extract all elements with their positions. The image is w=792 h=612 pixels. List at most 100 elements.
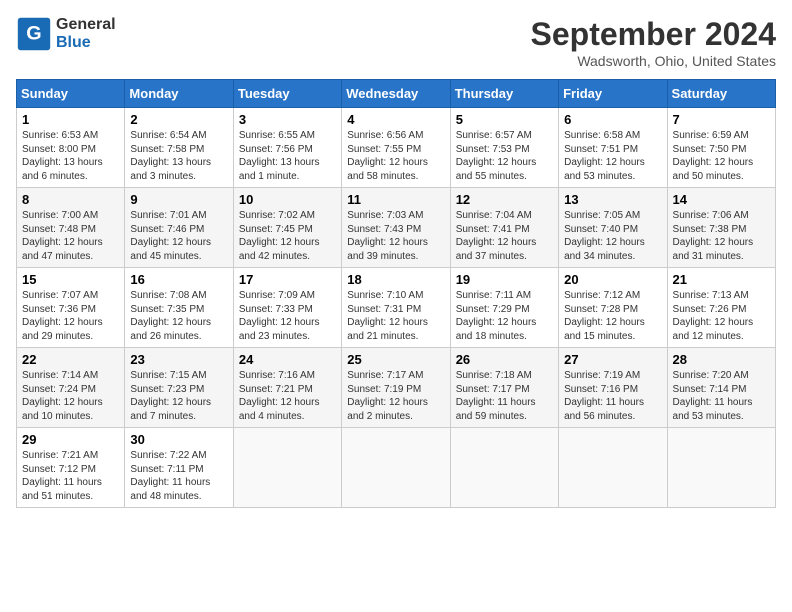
- day-info: Sunrise: 7:22 AM Sunset: 7:11 PM Dayligh…: [130, 449, 227, 503]
- day-number: 7: [673, 112, 770, 127]
- week-row-2: 15 Sunrise: 7:07 AM Sunset: 7:36 PM Dayli…: [17, 268, 776, 348]
- day-number: 29: [22, 432, 119, 447]
- day-number: 18: [347, 272, 444, 287]
- logo-icon: G: [16, 16, 52, 52]
- week-row-0: 1Sunrise: 6:53 AM Sunset: 8:00 PM Daylig…: [17, 108, 776, 188]
- logo-line2: Blue: [56, 34, 116, 52]
- day-cell: 17Sunrise: 7:09 AM Sunset: 7:33 PM Dayli…: [233, 268, 341, 348]
- day-cell: [559, 428, 667, 508]
- day-info: Sunrise: 7:14 AM Sunset: 7:24 PM Dayligh…: [22, 369, 119, 423]
- day-number: 30: [130, 432, 227, 447]
- day-info: Sunrise: 7:04 AM Sunset: 7:41 PM Dayligh…: [456, 209, 553, 263]
- week-row-3: 22 Sunrise: 7:14 AM Sunset: 7:24 PM Dayli…: [17, 348, 776, 428]
- day-number: 11: [347, 192, 444, 207]
- day-cell: 1Sunrise: 6:53 AM Sunset: 8:00 PM Daylig…: [17, 108, 125, 188]
- day-cell: 21Sunrise: 7:13 AM Sunset: 7:26 PM Dayli…: [667, 268, 775, 348]
- day-number: 13: [564, 192, 661, 207]
- day-cell: [342, 428, 450, 508]
- day-cell: 22 Sunrise: 7:14 AM Sunset: 7:24 PM Dayli…: [17, 348, 125, 428]
- day-cell: 12 Sunrise: 7:04 AM Sunset: 7:41 PM Dayli…: [450, 188, 558, 268]
- day-cell: 16Sunrise: 7:08 AM Sunset: 7:35 PM Dayli…: [125, 268, 233, 348]
- day-info: Sunrise: 6:57 AM Sunset: 7:53 PM Dayligh…: [456, 129, 553, 183]
- day-cell: 30 Sunrise: 7:22 AM Sunset: 7:11 PM Dayli…: [125, 428, 233, 508]
- day-cell: 13 Sunrise: 7:05 AM Sunset: 7:40 PM Dayli…: [559, 188, 667, 268]
- day-number: 6: [564, 112, 661, 127]
- calendar-header-row: SundayMondayTuesdayWednesdayThursdayFrid…: [17, 80, 776, 108]
- day-info: Sunrise: 7:01 AM Sunset: 7:46 PM Dayligh…: [130, 209, 227, 263]
- logo: G General Blue: [16, 16, 116, 52]
- day-cell: 27 Sunrise: 7:19 AM Sunset: 7:16 PM Dayli…: [559, 348, 667, 428]
- location: Wadsworth, Ohio, United States: [531, 53, 776, 69]
- day-cell: 15 Sunrise: 7:07 AM Sunset: 7:36 PM Dayli…: [17, 268, 125, 348]
- day-number: 15: [22, 272, 119, 287]
- day-info: Sunrise: 7:17 AM Sunset: 7:19 PM Dayligh…: [347, 369, 444, 423]
- day-cell: 10Sunrise: 7:02 AM Sunset: 7:45 PM Dayli…: [233, 188, 341, 268]
- day-info: Sunrise: 7:20 AM Sunset: 7:14 PM Dayligh…: [673, 369, 770, 423]
- day-info: Sunrise: 7:06 AM Sunset: 7:38 PM Dayligh…: [673, 209, 770, 263]
- day-info: Sunrise: 7:03 AM Sunset: 7:43 PM Dayligh…: [347, 209, 444, 263]
- title-area: September 2024 Wadsworth, Ohio, United S…: [531, 16, 776, 69]
- day-info: Sunrise: 6:59 AM Sunset: 7:50 PM Dayligh…: [673, 129, 770, 183]
- week-row-1: 8 Sunrise: 7:00 AM Sunset: 7:48 PM Daylig…: [17, 188, 776, 268]
- day-number: 23: [130, 352, 227, 367]
- day-info: Sunrise: 6:56 AM Sunset: 7:55 PM Dayligh…: [347, 129, 444, 183]
- day-number: 21: [673, 272, 770, 287]
- day-cell: 2 Sunrise: 6:54 AM Sunset: 7:58 PM Daylig…: [125, 108, 233, 188]
- day-info: Sunrise: 7:19 AM Sunset: 7:16 PM Dayligh…: [564, 369, 661, 423]
- day-cell: [233, 428, 341, 508]
- day-info: Sunrise: 7:12 AM Sunset: 7:28 PM Dayligh…: [564, 289, 661, 343]
- svg-text:G: G: [26, 22, 41, 44]
- calendar-table: SundayMondayTuesdayWednesdayThursdayFrid…: [16, 79, 776, 508]
- day-number: 22: [22, 352, 119, 367]
- day-number: 27: [564, 352, 661, 367]
- day-number: 16: [130, 272, 227, 287]
- month-title: September 2024: [531, 16, 776, 53]
- day-info: Sunrise: 6:55 AM Sunset: 7:56 PM Dayligh…: [239, 129, 336, 183]
- day-number: 20: [564, 272, 661, 287]
- day-cell: 25 Sunrise: 7:17 AM Sunset: 7:19 PM Dayli…: [342, 348, 450, 428]
- day-info: Sunrise: 7:10 AM Sunset: 7:31 PM Dayligh…: [347, 289, 444, 343]
- day-number: 8: [22, 192, 119, 207]
- day-cell: 3 Sunrise: 6:55 AM Sunset: 7:56 PM Daylig…: [233, 108, 341, 188]
- day-info: Sunrise: 7:15 AM Sunset: 7:23 PM Dayligh…: [130, 369, 227, 423]
- day-number: 12: [456, 192, 553, 207]
- header-thursday: Thursday: [450, 80, 558, 108]
- day-info: Sunrise: 7:02 AM Sunset: 7:45 PM Dayligh…: [239, 209, 336, 263]
- day-info: Sunrise: 7:21 AM Sunset: 7:12 PM Dayligh…: [22, 449, 119, 503]
- day-cell: 26 Sunrise: 7:18 AM Sunset: 7:17 PM Dayli…: [450, 348, 558, 428]
- day-number: 5: [456, 112, 553, 127]
- day-number: 9: [130, 192, 227, 207]
- day-cell: 20 Sunrise: 7:12 AM Sunset: 7:28 PM Dayli…: [559, 268, 667, 348]
- day-number: 3: [239, 112, 336, 127]
- day-info: Sunrise: 7:16 AM Sunset: 7:21 PM Dayligh…: [239, 369, 336, 423]
- day-cell: [667, 428, 775, 508]
- day-number: 1: [22, 112, 119, 127]
- day-cell: 14 Sunrise: 7:06 AM Sunset: 7:38 PM Dayli…: [667, 188, 775, 268]
- day-number: 24: [239, 352, 336, 367]
- day-cell: 4Sunrise: 6:56 AM Sunset: 7:55 PM Daylig…: [342, 108, 450, 188]
- day-number: 26: [456, 352, 553, 367]
- day-info: Sunrise: 6:54 AM Sunset: 7:58 PM Dayligh…: [130, 129, 227, 183]
- day-number: 25: [347, 352, 444, 367]
- day-number: 14: [673, 192, 770, 207]
- day-info: Sunrise: 7:18 AM Sunset: 7:17 PM Dayligh…: [456, 369, 553, 423]
- day-number: 17: [239, 272, 336, 287]
- header-friday: Friday: [559, 80, 667, 108]
- day-cell: 28 Sunrise: 7:20 AM Sunset: 7:14 PM Dayli…: [667, 348, 775, 428]
- day-cell: 5 Sunrise: 6:57 AM Sunset: 7:53 PM Daylig…: [450, 108, 558, 188]
- day-number: 28: [673, 352, 770, 367]
- day-number: 19: [456, 272, 553, 287]
- day-info: Sunrise: 7:11 AM Sunset: 7:29 PM Dayligh…: [456, 289, 553, 343]
- day-cell: 23 Sunrise: 7:15 AM Sunset: 7:23 PM Dayli…: [125, 348, 233, 428]
- day-cell: [450, 428, 558, 508]
- day-cell: 18 Sunrise: 7:10 AM Sunset: 7:31 PM Dayli…: [342, 268, 450, 348]
- day-cell: 19 Sunrise: 7:11 AM Sunset: 7:29 PM Dayli…: [450, 268, 558, 348]
- header-wednesday: Wednesday: [342, 80, 450, 108]
- day-info: Sunrise: 6:58 AM Sunset: 7:51 PM Dayligh…: [564, 129, 661, 183]
- day-info: Sunrise: 7:00 AM Sunset: 7:48 PM Dayligh…: [22, 209, 119, 263]
- day-info: Sunrise: 7:05 AM Sunset: 7:40 PM Dayligh…: [564, 209, 661, 263]
- day-number: 2: [130, 112, 227, 127]
- day-cell: 7 Sunrise: 6:59 AM Sunset: 7:50 PM Daylig…: [667, 108, 775, 188]
- header: G General Blue September 2024 Wadsworth,…: [16, 16, 776, 69]
- day-info: Sunrise: 7:07 AM Sunset: 7:36 PM Dayligh…: [22, 289, 119, 343]
